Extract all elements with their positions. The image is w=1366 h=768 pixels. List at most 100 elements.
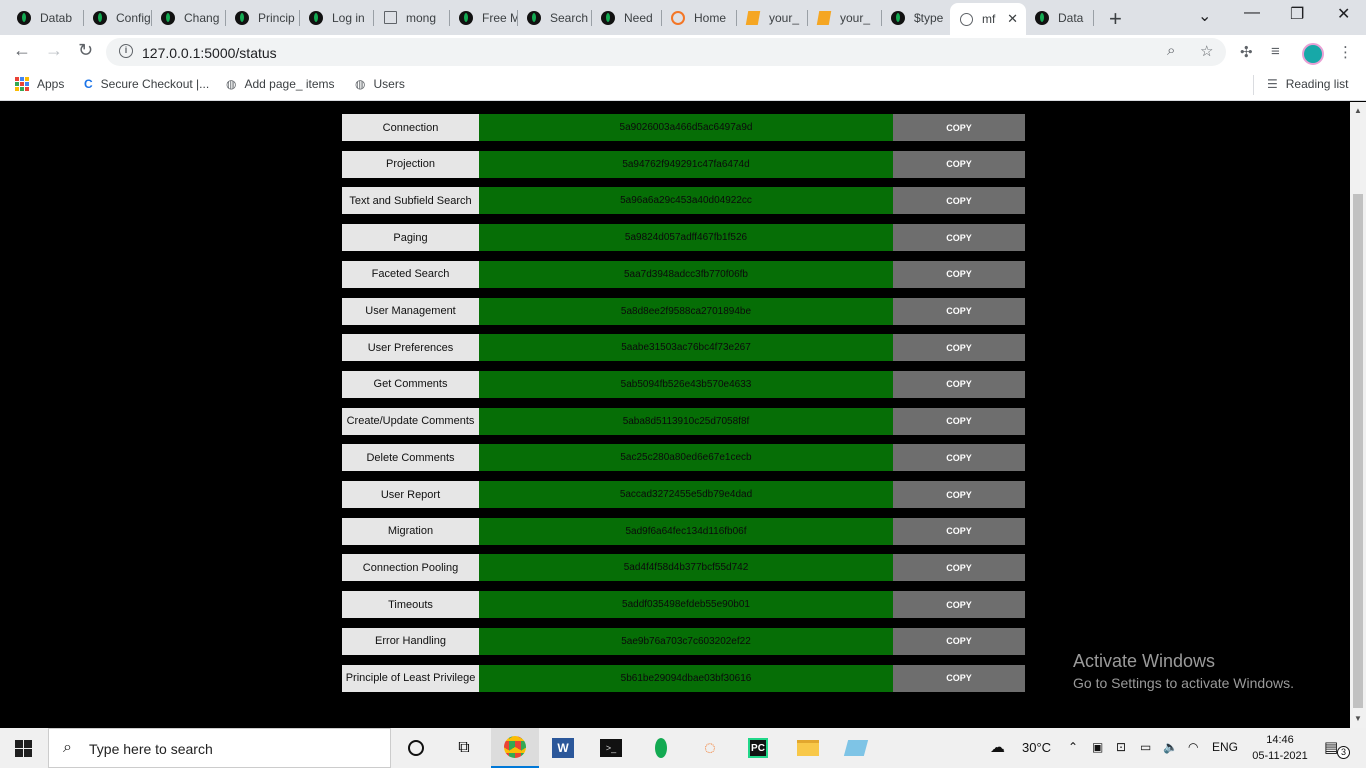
taskbar-search-box[interactable]: ⌕ Type here to search bbox=[48, 728, 391, 768]
tab-12[interactable]: $type bbox=[882, 4, 950, 31]
bookmark-apps[interactable]: Apps bbox=[15, 77, 64, 91]
notifications-icon[interactable]: ▤ bbox=[1324, 738, 1338, 756]
temperature-text[interactable]: 30°C bbox=[1022, 740, 1051, 755]
copy-button[interactable]: COPY bbox=[893, 591, 1025, 619]
validation-code: 5a94762f949291c47fa6474d bbox=[479, 150, 893, 178]
tab-close-icon[interactable]: ✕ bbox=[1007, 11, 1018, 27]
cortana-icon[interactable] bbox=[392, 728, 440, 768]
tab-14[interactable]: Data bbox=[1026, 4, 1094, 31]
status-row: Create/Update Comments 5aba8d5113910c25d7… bbox=[342, 407, 1025, 435]
copy-button[interactable]: COPY bbox=[893, 627, 1025, 655]
weather-icon[interactable]: ☁ bbox=[990, 738, 1005, 756]
c-logo-icon: C bbox=[84, 77, 93, 91]
copy-button[interactable]: COPY bbox=[893, 444, 1025, 472]
profile-avatar[interactable] bbox=[1302, 43, 1324, 65]
reading-list-label: Reading list bbox=[1285, 77, 1349, 91]
status-row: Timeouts 5addf035498efdeb55e90b01 COPY bbox=[342, 591, 1025, 619]
jupyter-icon bbox=[670, 10, 686, 26]
maximize-button[interactable]: ❐ bbox=[1290, 4, 1304, 24]
tray-device-icon[interactable]: ⊡ bbox=[1116, 740, 1126, 754]
validation-code: 5ae9b76a703c7c603202ef22 bbox=[479, 627, 893, 655]
tab-8[interactable]: Need bbox=[592, 4, 662, 31]
back-arrow-icon[interactable]: ← bbox=[13, 40, 31, 61]
scroll-up-arrow-icon[interactable]: ▲ bbox=[1354, 106, 1362, 115]
site-info-icon[interactable]: i bbox=[119, 44, 133, 58]
scroll-down-arrow-icon[interactable]: ▼ bbox=[1354, 714, 1362, 723]
tab-13[interactable]: mf ✕ bbox=[950, 3, 1026, 35]
chrome-taskbar-icon[interactable] bbox=[491, 728, 539, 768]
copy-button[interactable]: COPY bbox=[893, 114, 1025, 141]
pycharm-taskbar-icon[interactable]: PC bbox=[734, 728, 782, 768]
tab-3[interactable]: Princip bbox=[226, 4, 300, 31]
language-indicator[interactable]: ENG bbox=[1212, 740, 1238, 754]
close-window-button[interactable]: ✕ bbox=[1337, 4, 1350, 24]
tab-11[interactable]: your_ bbox=[808, 4, 882, 31]
scrollbar-thumb[interactable] bbox=[1353, 194, 1363, 708]
notepad-taskbar-icon[interactable] bbox=[832, 728, 880, 768]
tab-2[interactable]: Chang bbox=[152, 4, 226, 31]
copy-button[interactable]: COPY bbox=[893, 187, 1025, 215]
tab-4[interactable]: Log in bbox=[300, 4, 374, 31]
menu-kebab-icon[interactable]: ⋮ bbox=[1338, 43, 1353, 61]
tab-0[interactable]: Datab bbox=[8, 4, 84, 31]
copy-button[interactable]: COPY bbox=[893, 260, 1025, 288]
chevron-up-icon[interactable]: ⌃ bbox=[1068, 740, 1078, 754]
tab-5[interactable]: mong bbox=[374, 4, 450, 31]
url-text[interactable]: 127.0.0.1:5000/status bbox=[142, 45, 277, 61]
tab-search-icon[interactable]: ⌄ bbox=[1198, 6, 1211, 26]
windows-start-icon[interactable] bbox=[15, 740, 32, 757]
copy-button[interactable]: COPY bbox=[893, 481, 1025, 508]
globe-icon: ◍ bbox=[226, 77, 237, 91]
tab-6[interactable]: Free M bbox=[450, 4, 518, 31]
new-tab-button[interactable]: + bbox=[1109, 6, 1122, 32]
copy-button[interactable]: COPY bbox=[893, 334, 1025, 362]
tab-7[interactable]: Search bbox=[518, 4, 592, 31]
forward-arrow-icon[interactable]: → bbox=[45, 40, 63, 61]
page-scrollbar[interactable]: ▲ ▼ bbox=[1350, 102, 1366, 728]
validation-code: 5b61be29094dbae03bf30616 bbox=[479, 664, 893, 692]
tab-title: Config bbox=[116, 10, 151, 25]
zoom-icon[interactable]: ⌕ bbox=[1167, 42, 1175, 59]
tray-app-icon[interactable]: ▣ bbox=[1092, 740, 1103, 754]
lab-label: Error Handling bbox=[342, 627, 479, 655]
copy-button[interactable]: COPY bbox=[893, 370, 1025, 398]
tab-9[interactable]: Home bbox=[662, 4, 737, 31]
reading-list-button[interactable]: ☰ Reading list bbox=[1267, 77, 1348, 91]
address-bar[interactable]: i 127.0.0.1:5000/status ⌕ ☆ bbox=[106, 38, 1226, 66]
tab-separator bbox=[1093, 10, 1094, 26]
copy-button[interactable]: COPY bbox=[893, 554, 1025, 582]
task-view-icon[interactable]: ⧉ bbox=[440, 728, 488, 768]
reload-icon[interactable]: ↻ bbox=[78, 40, 93, 61]
copy-button[interactable]: COPY bbox=[893, 407, 1025, 435]
validation-code: 5a9026003a466d5ac6497a9d bbox=[479, 114, 893, 141]
taskbar-clock[interactable]: 14:46 05-11-2021 bbox=[1248, 732, 1312, 764]
copy-button[interactable]: COPY bbox=[893, 150, 1025, 178]
lab-label: Text and Subfield Search bbox=[342, 187, 479, 215]
copy-button[interactable]: COPY bbox=[893, 224, 1025, 252]
jupyter-taskbar-icon[interactable]: ◌ bbox=[686, 728, 734, 768]
status-row: User Preferences 5aabe31503ac76bc4f73e267… bbox=[342, 334, 1025, 362]
word-taskbar-icon[interactable]: W bbox=[539, 728, 587, 768]
media-control-icon[interactable]: ≡ bbox=[1271, 43, 1280, 60]
file-explorer-taskbar-icon[interactable] bbox=[784, 728, 832, 768]
mongodb-compass-taskbar-icon[interactable] bbox=[637, 728, 685, 768]
tab-10[interactable]: your_ bbox=[737, 4, 808, 31]
tab-1[interactable]: Config bbox=[84, 4, 152, 31]
bookmark-users[interactable]: ◍ Users bbox=[355, 77, 405, 91]
minimize-button[interactable]: — bbox=[1244, 4, 1260, 22]
browser-toolbar: ← → ↻ i 127.0.0.1:5000/status ⌕ ☆ ✣ ≡ ⋮ bbox=[0, 35, 1366, 69]
validation-code: 5ac25c280a80ed6e67e1cecb bbox=[479, 444, 893, 472]
copy-button[interactable]: COPY bbox=[893, 517, 1025, 545]
extensions-puzzle-icon[interactable]: ✣ bbox=[1240, 43, 1253, 61]
copy-button[interactable]: COPY bbox=[893, 664, 1025, 692]
volume-icon[interactable]: 🔈 bbox=[1163, 740, 1178, 754]
validation-code: 5a96a6a29c453a40d04922cc bbox=[479, 187, 893, 215]
terminal-taskbar-icon[interactable]: >_ bbox=[587, 728, 635, 768]
battery-icon[interactable]: ▭ bbox=[1140, 740, 1151, 754]
bookmark-secure-checkout[interactable]: C Secure Checkout |... bbox=[84, 77, 209, 91]
bookmark-star-icon[interactable]: ☆ bbox=[1200, 42, 1213, 60]
wifi-icon[interactable]: ◠ bbox=[1188, 740, 1198, 754]
lab-label: Migration bbox=[342, 517, 479, 545]
bookmark-add-page-items[interactable]: ◍ Add page_ items bbox=[226, 77, 335, 91]
copy-button[interactable]: COPY bbox=[893, 297, 1025, 325]
